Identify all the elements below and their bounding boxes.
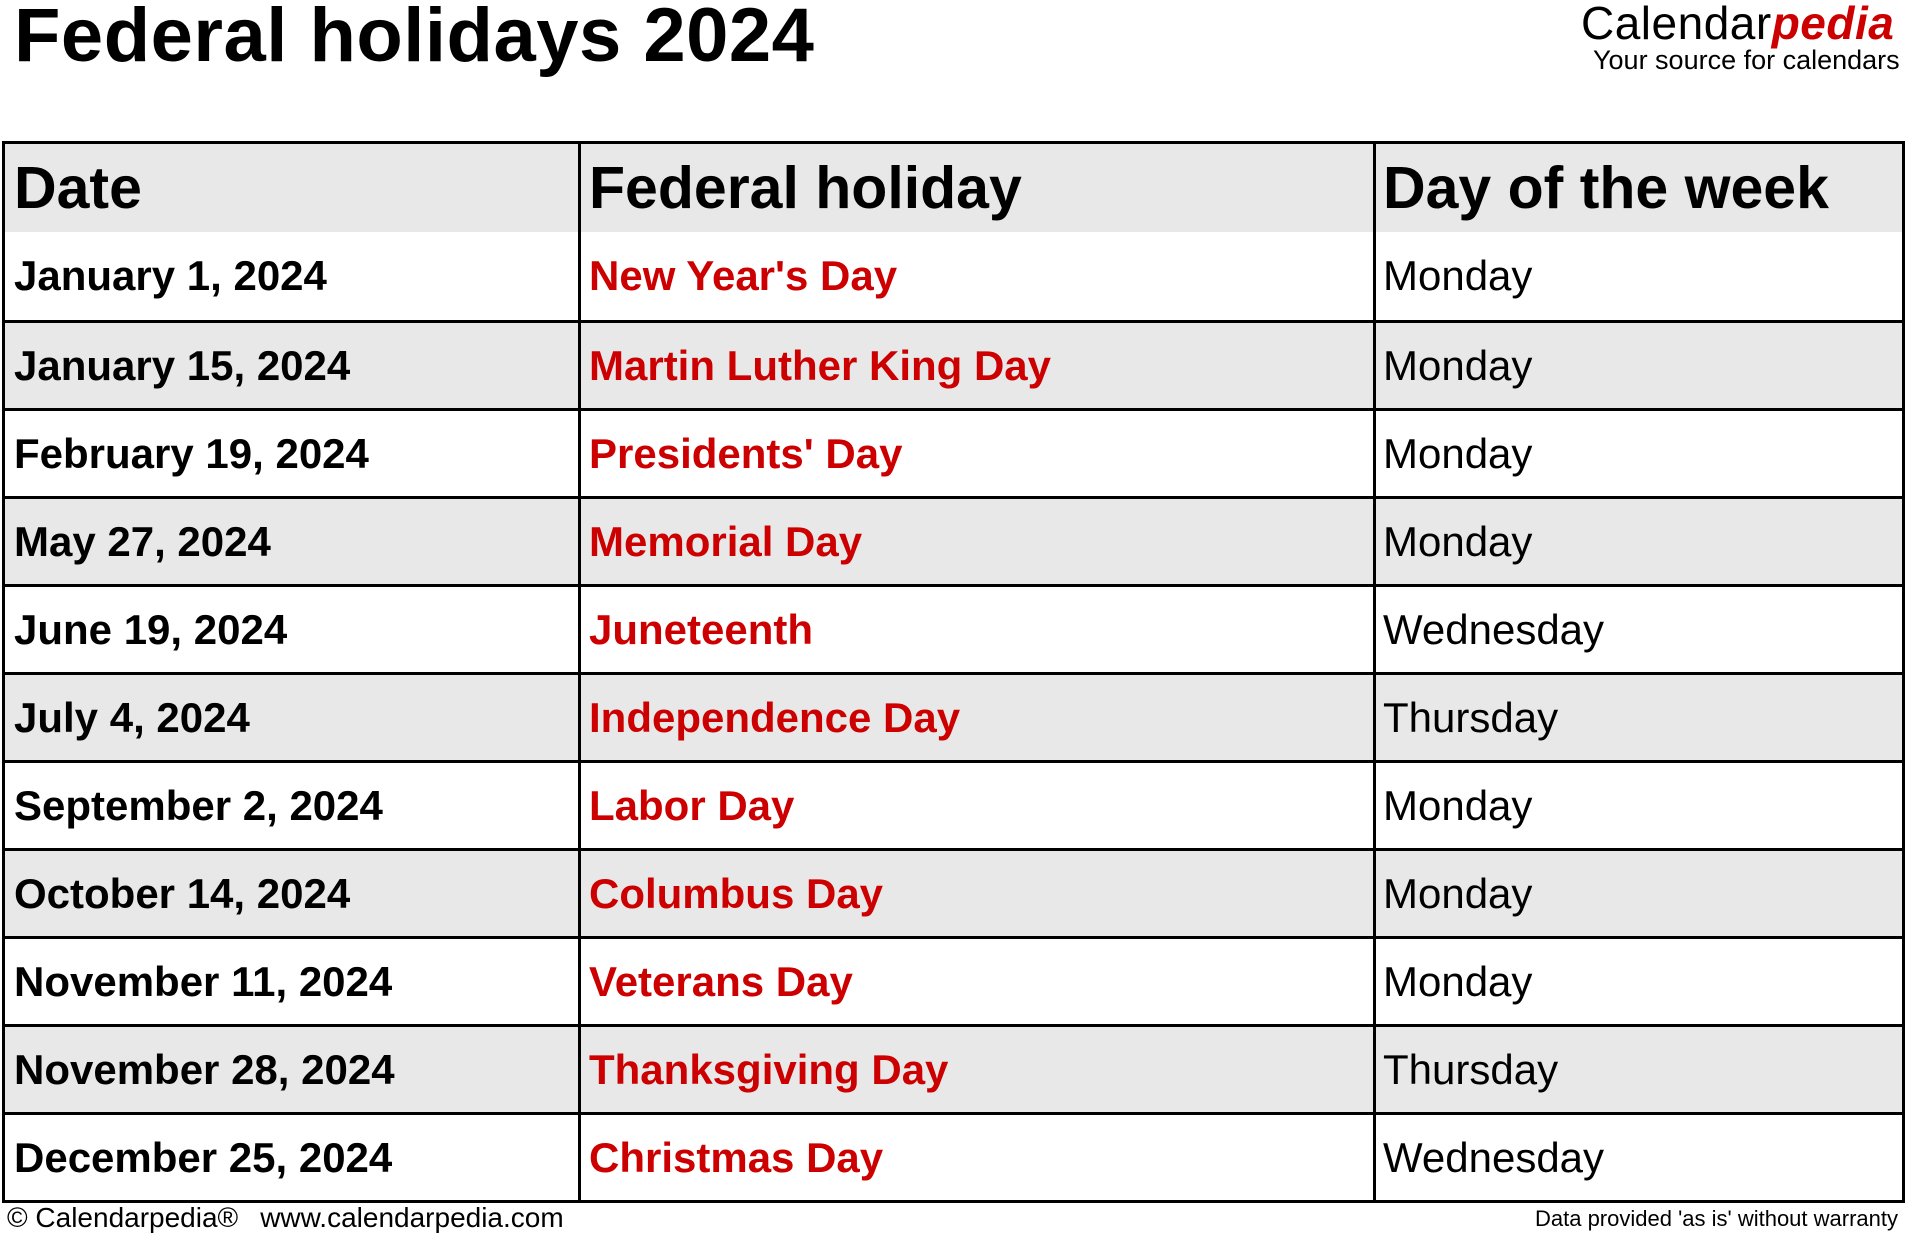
date-cell: December 25, 2024 (5, 1115, 581, 1200)
holiday-cell: New Year's Day (581, 232, 1376, 320)
holiday-cell: Labor Day (581, 763, 1376, 848)
day-of-week-cell: Wednesday (1383, 1133, 1605, 1181)
table-row: September 2, 2024 Labor Day Monday (5, 760, 1902, 848)
table-row: October 14, 2024 Columbus Day Monday (5, 848, 1902, 936)
day-of-week-cell: Monday (1383, 252, 1533, 299)
date-cell: January 15, 2024 (5, 323, 581, 408)
table-body: January 1, 2024 New Year's Day Monday Janua… (5, 232, 1902, 1200)
logo-wordmark: Calendarpedia (1581, 0, 1901, 46)
page: Federal holidays 2024 Calendarpedia Your… (0, 0, 1908, 1237)
date-cell: June 19, 2024 (5, 587, 581, 672)
table-row: December 25, 2024 Christmas Day Wednesday (5, 1112, 1902, 1200)
day-of-week-cell: Monday (1383, 429, 1533, 477)
header-date: Date (5, 144, 581, 232)
logo-wordmark-pedia: pedia (1771, 0, 1895, 49)
day-of-week-cell: Monday (1383, 341, 1533, 389)
date-cell: July 4, 2024 (5, 675, 581, 760)
page-title: Federal holidays 2024 (14, 0, 815, 78)
table-row: January 15, 2024 Martin Luther King Day Mo… (5, 320, 1902, 408)
holiday-cell: Juneteenth (581, 587, 1376, 672)
table-row: May 27, 2024 Memorial Day Monday (5, 496, 1902, 584)
day-of-week-cell: Monday (1383, 869, 1533, 917)
logo-wordmark-calendar: Calendar (1581, 0, 1772, 49)
footer-disclaimer: Data provided 'as is' without warranty (1534, 1206, 1898, 1231)
calendarpedia-logo[interactable]: Calendarpedia Your source for calendars (1581, 0, 1901, 74)
header-federal-holiday: Federal holiday (581, 144, 1376, 232)
day-of-week-cell: Wednesday (1383, 605, 1605, 653)
footer-url-link[interactable]: www.calendarpedia.com (260, 1202, 564, 1233)
footer-copyright: © Calendarpedia® (7, 1202, 239, 1233)
holidays-table: Date Federal holiday Day of the week Jan… (2, 141, 1905, 1203)
date-cell: November 11, 2024 (5, 939, 581, 1024)
holiday-cell: Thanksgiving Day (581, 1027, 1376, 1112)
table-row: July 4, 2024 Independence Day Thursday (5, 672, 1902, 760)
date-cell: May 27, 2024 (5, 499, 581, 584)
date-cell: February 19, 2024 (5, 411, 581, 496)
date-cell: January 1, 2024 (5, 232, 581, 320)
holiday-cell: Presidents' Day (581, 411, 1376, 496)
holiday-cell: Veterans Day (581, 939, 1376, 1024)
holiday-cell: Memorial Day (581, 499, 1376, 584)
footer-left: © Calendarpedia® www.calendarpedia.com (7, 1202, 564, 1234)
logo-tagline: Your source for calendars (1593, 45, 1900, 75)
day-of-week-cell: Monday (1383, 957, 1533, 1005)
day-of-week-cell: Thursday (1383, 1045, 1559, 1093)
table-row: November 11, 2024 Veterans Day Monday (5, 936, 1902, 1024)
holiday-cell: Columbus Day (581, 851, 1376, 936)
date-cell: October 14, 2024 (5, 851, 581, 936)
holiday-cell: Independence Day (581, 675, 1376, 760)
table-header-row: Date Federal holiday Day of the week (5, 144, 1902, 232)
holiday-cell: Christmas Day (581, 1115, 1376, 1200)
date-cell: September 2, 2024 (5, 763, 581, 848)
day-of-week-cell: Monday (1383, 781, 1533, 829)
day-of-week-cell: Monday (1383, 517, 1533, 565)
table-row: June 19, 2024 Juneteenth Wednesday (5, 584, 1902, 672)
day-of-week-cell: Thursday (1383, 693, 1559, 741)
table-row: February 19, 2024 Presidents' Day Monday (5, 408, 1902, 496)
date-cell: November 28, 2024 (5, 1027, 581, 1112)
table-row: January 1, 2024 New Year's Day Monday (5, 232, 1902, 320)
header-day-of-week: Day of the week (1383, 155, 1829, 221)
holiday-cell: Martin Luther King Day (581, 323, 1376, 408)
table-row: November 28, 2024 Thanksgiving Day Thursda… (5, 1024, 1902, 1112)
